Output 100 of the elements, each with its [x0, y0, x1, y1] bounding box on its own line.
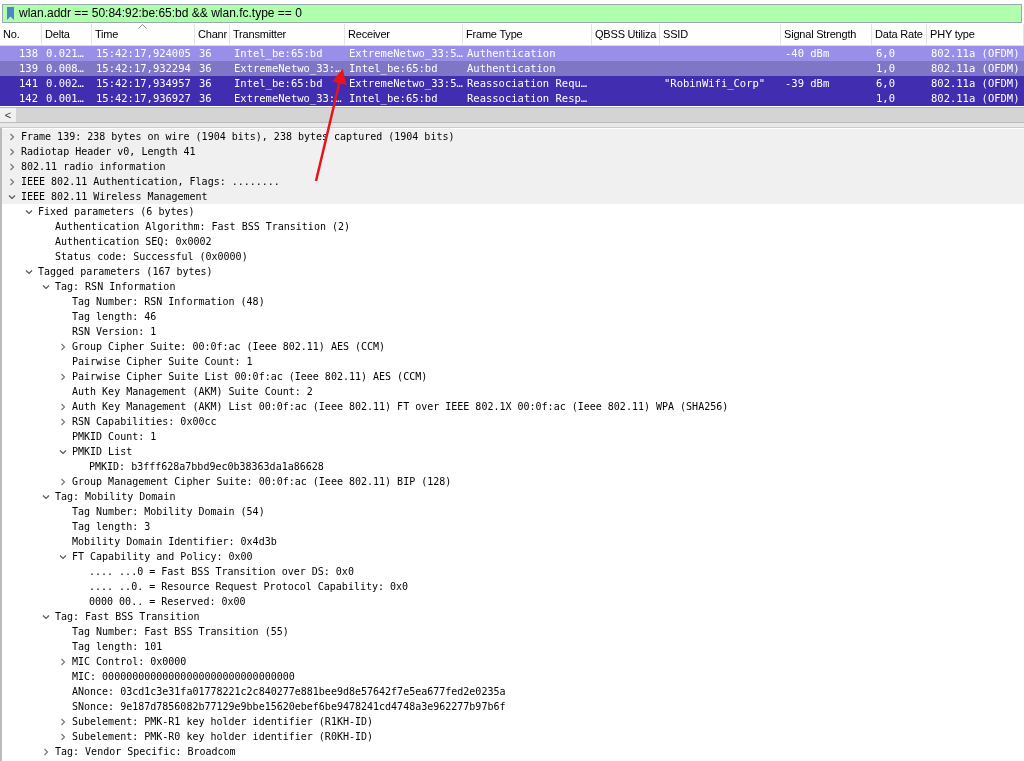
tree-item[interactable]: MIC: 00000000000000000000000000000000 [72, 669, 295, 684]
column-header[interactable]: Transmitter [230, 24, 345, 45]
tree-item[interactable]: RSN Version: 1 [72, 324, 157, 339]
tree-item[interactable]: 802.11 radio information [21, 159, 166, 174]
tree-item[interactable]: Status code: Successful (0x0000) [55, 249, 248, 264]
expand-chevron-icon[interactable] [8, 162, 16, 171]
collapse-chevron-icon[interactable] [8, 192, 16, 201]
table-cell: 802.11a (OFDM) [931, 76, 1020, 89]
table-cell: 6,0 [876, 46, 895, 59]
table-cell: Reassociation Resp… [467, 91, 588, 104]
column-header[interactable]: Delta [42, 24, 92, 45]
expand-chevron-icon[interactable] [59, 417, 67, 426]
collapse-chevron-icon[interactable] [42, 492, 50, 501]
table-cell: 36 [199, 91, 212, 104]
tree-item[interactable]: Tag: RSN Information [55, 279, 176, 294]
tree-item[interactable]: Group Management Cipher Suite: 00:0f:ac (Ieee 802.11) BIP (128) [72, 474, 452, 489]
column-header[interactable]: Signal Strength [781, 24, 872, 45]
collapse-chevron-icon[interactable] [25, 267, 33, 276]
expand-chevron-icon[interactable] [59, 342, 67, 351]
tree-item[interactable]: MIC Control: 0x0000 [72, 654, 187, 669]
table-cell: 139 [19, 61, 38, 74]
expand-chevron-icon[interactable] [8, 147, 16, 156]
tree-item[interactable]: Subelement: PMK-R1 key holder identifier (R1KH-ID) [72, 714, 374, 729]
expand-chevron-icon[interactable] [59, 657, 67, 666]
expand-chevron-icon[interactable] [59, 402, 67, 411]
tree-item[interactable]: Tag length: 101 [72, 639, 163, 654]
expand-chevron-icon[interactable] [8, 132, 16, 141]
tree-item[interactable]: .... ...0 = Fast BSS Transition over DS: 0x0 [89, 564, 354, 579]
table-cell: 15:42:17,924005 [96, 46, 191, 59]
packet-row[interactable]: 141 0.002… 15:42:17,934957 36 Intel_be:65:bd ExtremeNetwo_33:5… Reassociation Requ… "RobinWifi_Corp" -39 dBm 6,0 802.11a (OFDM) [0, 76, 1024, 91]
table-cell: -39 dBm [785, 76, 830, 89]
tree-item[interactable]: Tag Number: Fast BSS Transition (55) [72, 624, 289, 639]
tree-item[interactable]: PMKID: b3fff628a7bbd9ec0b38363da1a86628 [89, 459, 324, 474]
column-header[interactable]: Time [92, 24, 195, 45]
column-header[interactable]: SSID [660, 24, 781, 45]
column-header[interactable]: PHY type [927, 24, 1024, 45]
table-cell: 141 [19, 76, 38, 89]
tree-item[interactable]: Subelement: PMK-R0 key holder identifier (R0KH-ID) [72, 729, 374, 744]
tree-item[interactable]: .... ..0. = Resource Request Protocol Capability: 0x0 [89, 579, 409, 594]
tree-item[interactable]: Tag length: 46 [72, 309, 157, 324]
tree-item[interactable]: RSN Capabilities: 0x00cc [72, 414, 217, 429]
expand-chevron-icon[interactable] [59, 717, 67, 726]
tree-item[interactable]: Authentication Algorithm: Fast BSS Transition (2) [55, 219, 350, 234]
table-cell: 36 [199, 61, 212, 74]
column-header[interactable]: QBSS Utiliza [592, 24, 660, 45]
table-cell: 802.11a (OFDM) [931, 46, 1020, 59]
table-cell: ExtremeNetwo_33:5… [349, 46, 463, 59]
tree-item[interactable]: Authentication SEQ: 0x0002 [55, 234, 212, 249]
table-cell: 36 [199, 76, 212, 89]
tree-item[interactable]: SNonce: 9e187d7856082b77129e9bbe15620ebef6be9478241cd4748a3e962277b97b6f [72, 699, 506, 714]
display-filter-field[interactable]: wlan.addr == 50:84:92:be:65:bd && wlan.fc.type == 0 [2, 3, 1022, 23]
tree-item[interactable]: Tag: Fast BSS Transition [55, 609, 200, 624]
tree-item[interactable]: Fixed parameters (6 bytes) [38, 204, 195, 219]
tree-item[interactable]: IEEE 802.11 Wireless Management [21, 189, 208, 204]
scroll-left-button[interactable]: < [0, 108, 16, 122]
expand-chevron-icon[interactable] [8, 177, 16, 186]
table-cell: 1,0 [876, 61, 895, 74]
column-header[interactable]: Receiver [345, 24, 463, 45]
collapse-chevron-icon[interactable] [42, 282, 50, 291]
table-cell: -40 dBm [785, 46, 830, 59]
tree-item[interactable]: 0000 00.. = Reserved: 0x00 [89, 594, 246, 609]
tree-item[interactable]: Group Cipher Suite: 00:0f:ac (Ieee 802.11) AES (CCM) [72, 339, 386, 354]
collapse-chevron-icon[interactable] [42, 612, 50, 621]
tree-item[interactable]: Pairwise Cipher Suite Count: 1 [72, 354, 253, 369]
collapse-chevron-icon[interactable] [25, 207, 33, 216]
tree-item[interactable]: FT Capability and Policy: 0x00 [72, 549, 253, 564]
tree-item[interactable]: PMKID List [72, 444, 133, 459]
tree-item[interactable]: Tag: Mobility Domain [55, 489, 176, 504]
tree-item[interactable]: Tag Number: RSN Information (48) [72, 294, 265, 309]
table-cell: 1,0 [876, 91, 895, 104]
collapse-chevron-icon[interactable] [59, 552, 67, 561]
column-header[interactable]: No. [0, 24, 42, 45]
column-header[interactable]: Frame Type [463, 24, 592, 45]
expand-chevron-icon[interactable] [59, 732, 67, 741]
bookmark-icon[interactable] [7, 6, 14, 20]
tree-item[interactable]: Pairwise Cipher Suite List 00:0f:ac (Ieee 802.11) AES (CCM) [72, 369, 428, 384]
tree-item[interactable]: Tag length: 3 [72, 519, 151, 534]
tree-item[interactable]: Radiotap Header v0, Length 41 [21, 144, 196, 159]
table-cell: 802.11a (OFDM) [931, 91, 1020, 104]
table-cell: Intel_be:65:bd [349, 61, 438, 74]
tree-item[interactable]: ANonce: 03cd1c3e31fa01778221c2c840277e881bee9d8e57642f7e5ea677fed2e0235a [72, 684, 506, 699]
tree-item[interactable]: Mobility Domain Identifier: 0x4d3b [72, 534, 277, 549]
table-cell: Intel_be:65:bd [349, 91, 438, 104]
packet-row[interactable]: 139 0.008… 15:42:17,932294 36 ExtremeNetwo_33:… Intel_be:65:bd Authentication 1,0 802.11a (OFDM) [0, 61, 1024, 76]
table-cell: 15:42:17,936927 [96, 91, 191, 104]
tree-item[interactable]: PMKID Count: 1 [72, 429, 157, 444]
table-cell: 142 [19, 91, 38, 104]
expand-chevron-icon[interactable] [59, 477, 67, 486]
tree-item[interactable]: Tag Number: Mobility Domain (54) [72, 504, 265, 519]
tree-item[interactable]: Tag: Vendor Specific: Broadcom [55, 744, 236, 759]
expand-chevron-icon[interactable] [42, 747, 50, 756]
expand-chevron-icon[interactable] [59, 372, 67, 381]
table-cell: 36 [199, 46, 212, 59]
column-header[interactable]: Data Rate [872, 24, 927, 45]
column-header[interactable]: Chanr [195, 24, 230, 45]
tree-item[interactable]: Auth Key Management (AKM) List 00:0f:ac (Ieee 802.11) FT over IEEE 802.1X 00:0f:ac (Ieee 802.11) WPA (SHA256) [72, 399, 729, 414]
tree-item[interactable]: Auth Key Management (AKM) Suite Count: 2 [72, 384, 313, 399]
table-cell: 138 [19, 46, 38, 59]
collapse-chevron-icon[interactable] [59, 447, 67, 456]
tree-item[interactable]: Tagged parameters (167 bytes) [38, 264, 213, 279]
